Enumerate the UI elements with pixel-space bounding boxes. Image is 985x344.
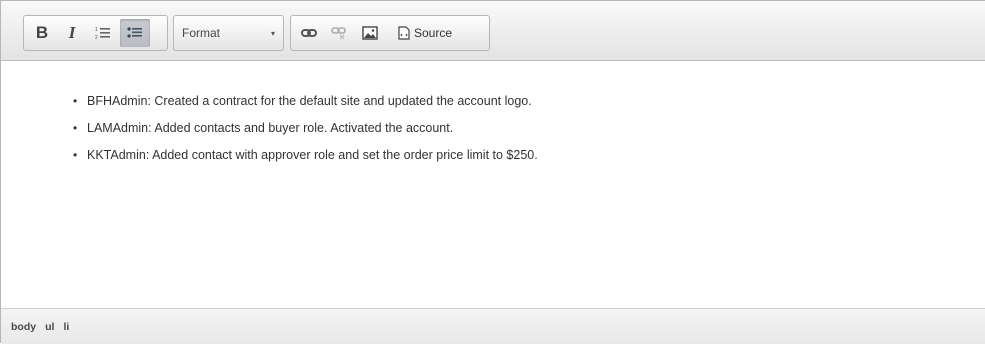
bulleted-list-icon — [127, 27, 142, 38]
list-item: • LAMAdmin: Added contacts and buyer rol… — [73, 115, 538, 142]
rich-text-editor: B I 1 2 Format ▾ Source • BFHAdmin: Crea… — [0, 0, 985, 344]
bulleted-list-button[interactable] — [120, 19, 150, 47]
format-dropdown[interactable]: Format ▾ — [173, 15, 284, 51]
unlink-icon — [331, 27, 346, 40]
list-item: • KKTAdmin: Added contact with approver … — [73, 142, 538, 169]
path-ul[interactable]: ul — [45, 321, 54, 333]
element-path-bar: body ul li — [1, 308, 985, 344]
basic-styles-group: B I 1 2 — [23, 15, 168, 51]
bullet: • — [73, 148, 78, 162]
image-button[interactable] — [355, 19, 385, 47]
link-icon — [301, 29, 317, 37]
svg-text:1: 1 — [95, 27, 98, 33]
insert-group: Source — [290, 15, 490, 51]
svg-text:2: 2 — [95, 35, 98, 40]
image-icon — [362, 26, 378, 40]
numbered-list-icon: 1 2 — [95, 27, 110, 40]
source-button[interactable]: Source — [392, 19, 458, 47]
path-li[interactable]: li — [63, 321, 69, 333]
chevron-down-icon: ▾ — [270, 28, 275, 38]
list-item-text: BFHAdmin: Created a contract for the def… — [87, 94, 532, 108]
list-item-text: KKTAdmin: Added contact with approver ro… — [87, 148, 538, 162]
bold-button[interactable]: B — [28, 19, 56, 47]
italic-icon: I — [68, 23, 76, 42]
list-item-text: LAMAdmin: Added contacts and buyer role.… — [87, 121, 454, 135]
editor-content-area[interactable]: • BFHAdmin: Created a contract for the d… — [1, 62, 985, 307]
numbered-list-button[interactable]: 1 2 — [88, 19, 118, 47]
link-button[interactable] — [295, 19, 323, 47]
bulleted-list: • BFHAdmin: Created a contract for the d… — [73, 88, 538, 169]
list-item: • BFHAdmin: Created a contract for the d… — [73, 88, 538, 115]
italic-button[interactable]: I — [58, 19, 86, 47]
unlink-button[interactable] — [325, 19, 353, 47]
format-label: Format — [182, 26, 221, 40]
path-body[interactable]: body — [11, 321, 36, 333]
bold-icon: B — [35, 23, 49, 42]
bullet: • — [73, 94, 78, 108]
bullet: • — [73, 121, 78, 135]
editor-toolbar: B I 1 2 Format ▾ Source — [1, 1, 985, 61]
source-icon — [398, 26, 410, 40]
source-label: Source — [414, 26, 453, 40]
